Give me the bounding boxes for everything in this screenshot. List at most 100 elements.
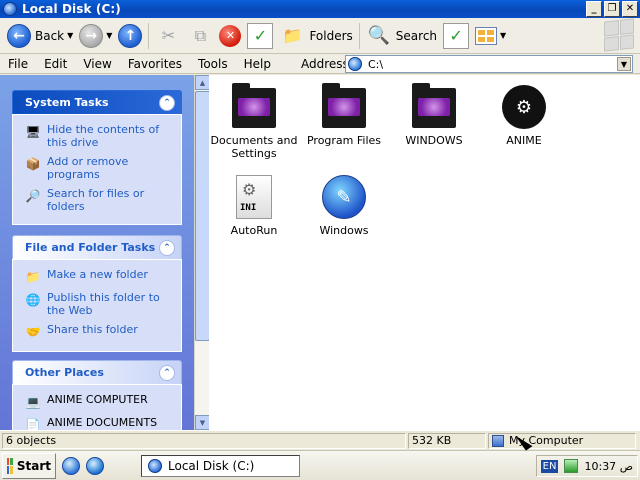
- forward-button[interactable]: → ▼: [76, 21, 115, 51]
- address-dropdown-icon[interactable]: ▼: [617, 57, 631, 71]
- close-button[interactable]: ✕: [622, 1, 638, 17]
- file-item[interactable]: Documents and Settings: [209, 80, 299, 160]
- restore-button[interactable]: ❐: [604, 1, 620, 17]
- application-icon: ✎: [321, 174, 367, 220]
- menu-file[interactable]: File: [0, 57, 36, 71]
- search-label: Search: [395, 28, 438, 43]
- file-name: Program Files: [306, 134, 382, 147]
- check-tool-button[interactable]: ✓: [440, 21, 472, 51]
- explorer-window-icon: [148, 459, 162, 473]
- other-places-body: 💻 ANIME COMPUTER 📄 ANIME DOCUMENTS: [12, 384, 182, 430]
- back-arrow-icon: ←: [7, 23, 31, 48]
- start-button[interactable]: Start: [2, 452, 56, 479]
- address-bar[interactable]: C:\ ▼: [345, 55, 633, 73]
- task-publish-web[interactable]: 🌐 Publish this folder to the Web: [25, 291, 175, 317]
- properties-icon: ✓: [247, 22, 274, 49]
- task-label[interactable]: Search for files or folders: [47, 187, 175, 213]
- file-item[interactable]: WINDOWS: [389, 80, 479, 147]
- other-places-panel: Other Places ⌃ 💻 ANIME COMPUTER 📄 ANIME …: [12, 360, 182, 430]
- system-tasks-header[interactable]: System Tasks ⌃: [12, 90, 182, 114]
- menu-favorites[interactable]: Favorites: [120, 57, 190, 71]
- file-name: WINDOWS: [405, 134, 463, 147]
- checkmark-icon: ✓: [443, 22, 470, 49]
- file-folder-tasks-body: 📁 Make a new folder 🌐 Publish this folde…: [12, 259, 182, 352]
- place-label[interactable]: ANIME COMPUTER: [47, 393, 148, 406]
- task-label[interactable]: Hide the contents of this drive: [47, 123, 175, 149]
- up-button[interactable]: ↑: [115, 21, 145, 51]
- menu-view[interactable]: View: [75, 57, 119, 71]
- start-label: Start: [16, 458, 51, 473]
- scroll-down-button[interactable]: ▼: [195, 415, 210, 430]
- folders-button[interactable]: 📁 Folders: [276, 21, 355, 51]
- collapse-chevron-icon[interactable]: ⌃: [159, 239, 175, 256]
- title-bar: Local Disk (C:) _ ❐ ✕: [0, 0, 640, 18]
- views-button[interactable]: ▼: [472, 21, 509, 51]
- taskbar-window-button[interactable]: Local Disk (C:): [141, 455, 300, 477]
- file-item[interactable]: ⚙ ANIME: [479, 80, 569, 147]
- folders-label: Folders: [309, 28, 353, 43]
- back-button[interactable]: ← Back ▼: [4, 21, 76, 51]
- task-label[interactable]: Share this folder: [47, 323, 138, 336]
- file-name: Documents and Settings: [210, 134, 298, 160]
- task-new-folder[interactable]: 📁 Make a new folder: [25, 268, 175, 285]
- hide-contents-icon: 🖥: [25, 125, 41, 139]
- status-bar: 6 objects 532 KB My Computer: [0, 430, 640, 450]
- task-label[interactable]: Add or remove programs: [47, 155, 175, 181]
- windows-logo-icon: [604, 18, 634, 52]
- file-folder-tasks-header[interactable]: File and Folder Tasks ⌃: [12, 235, 182, 259]
- menu-help[interactable]: Help: [236, 57, 279, 71]
- menu-edit[interactable]: Edit: [36, 57, 75, 71]
- file-name: AutoRun: [230, 224, 278, 237]
- computer-icon: 💻: [25, 395, 41, 409]
- window-title: Local Disk (C:): [22, 2, 121, 16]
- clock[interactable]: 10:37 ص: [584, 460, 633, 473]
- file-item[interactable]: ✎ Windows: [299, 170, 389, 237]
- system-tray: EN 10:37 ص: [535, 455, 638, 477]
- language-indicator[interactable]: EN: [540, 459, 559, 473]
- forward-dropdown-icon[interactable]: ▼: [106, 31, 112, 40]
- address-globe-icon: [348, 57, 362, 71]
- window-controls: _ ❐ ✕: [586, 1, 638, 17]
- task-share-folder[interactable]: 🤝 Share this folder: [25, 323, 175, 340]
- properties-button[interactable]: ✓: [244, 21, 276, 51]
- quicklaunch-ie-icon[interactable]: [86, 456, 104, 475]
- other-places-header[interactable]: Other Places ⌃: [12, 360, 182, 384]
- minimize-button[interactable]: _: [586, 1, 602, 17]
- file-item[interactable]: Program Files: [299, 80, 389, 147]
- collapse-chevron-icon[interactable]: ⌃: [159, 364, 175, 381]
- folders-icon: 📁: [282, 26, 303, 45]
- address-label: Address: [301, 57, 349, 71]
- steam-icon: ⚙: [501, 84, 547, 130]
- system-tasks-body: 🖥 Hide the contents of this drive 📦 Add …: [12, 114, 182, 225]
- delete-button[interactable]: ✕: [216, 21, 244, 51]
- move-to-button[interactable]: ✂: [152, 21, 184, 51]
- place-label[interactable]: ANIME DOCUMENTS: [47, 416, 157, 429]
- task-pane-scrollbar[interactable]: ▲ ▼: [194, 75, 210, 430]
- file-item[interactable]: ⚙ INI AutoRun: [209, 170, 299, 237]
- place-anime-documents[interactable]: 📄 ANIME DOCUMENTS: [25, 416, 175, 430]
- task-hide-contents[interactable]: 🖥 Hide the contents of this drive: [25, 123, 175, 149]
- quicklaunch-desktop-icon[interactable]: [62, 456, 80, 475]
- views-dropdown-icon[interactable]: ▼: [500, 31, 506, 40]
- copy-to-button[interactable]: ⧉: [184, 21, 216, 51]
- search-button[interactable]: 🔍 Search: [363, 21, 440, 51]
- task-add-remove-programs[interactable]: 📦 Add or remove programs: [25, 155, 175, 181]
- task-search-files[interactable]: 🔎 Search for files or folders: [25, 187, 175, 213]
- address-value[interactable]: C:\: [368, 58, 383, 71]
- back-dropdown-icon[interactable]: ▼: [67, 31, 73, 40]
- place-anime-computer[interactable]: 💻 ANIME COMPUTER: [25, 393, 175, 410]
- back-label: Back: [35, 28, 65, 43]
- up-arrow-icon: ↑: [118, 23, 143, 48]
- views-icon: [475, 26, 498, 45]
- menu-tools[interactable]: Tools: [190, 57, 236, 71]
- taskbar: Start Local Disk (C:) EN 10:37 ص: [0, 450, 640, 480]
- scroll-thumb[interactable]: [195, 91, 210, 341]
- computer-icon: [492, 434, 504, 447]
- scroll-up-button[interactable]: ▲: [195, 75, 210, 90]
- task-label[interactable]: Make a new folder: [47, 268, 148, 281]
- other-places-title: Other Places: [25, 366, 104, 379]
- collapse-chevron-icon[interactable]: ⌃: [159, 94, 175, 111]
- task-label[interactable]: Publish this folder to the Web: [47, 291, 175, 317]
- tray-app-icon[interactable]: [564, 459, 579, 473]
- standard-toolbar: ← Back ▼ → ▼ ↑ ✂ ⧉ ✕ ✓ 📁 Folders 🔍 Searc…: [0, 18, 640, 54]
